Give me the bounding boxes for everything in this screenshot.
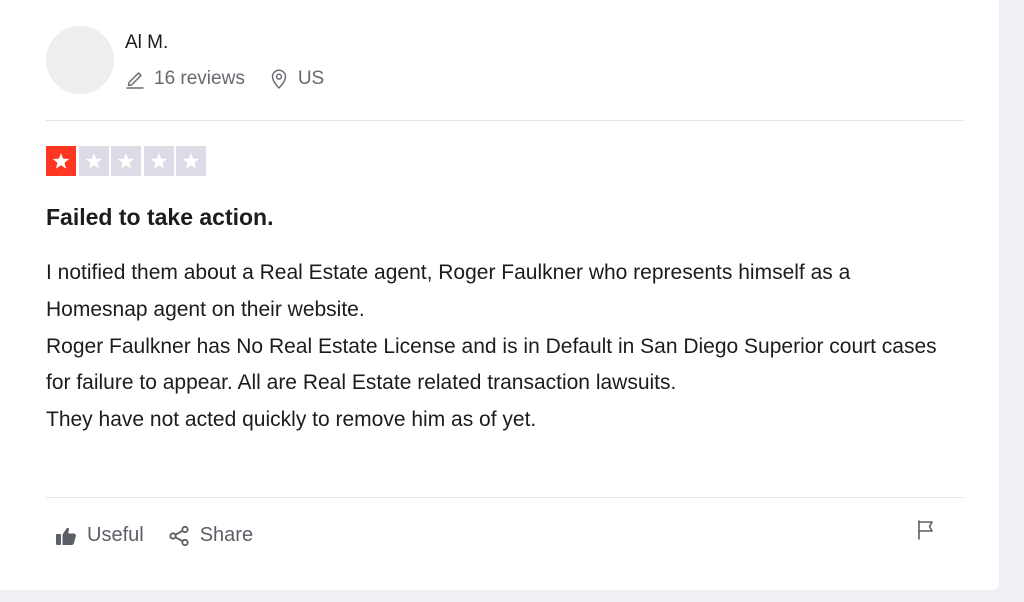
review-body: I notified them about a Real Estate agen…: [46, 255, 951, 439]
review-actions: Useful Share: [55, 524, 253, 547]
star-icon: [78, 146, 109, 176]
useful-button[interactable]: Useful: [55, 524, 144, 547]
share-icon: [168, 525, 190, 547]
location-label: US: [297, 68, 325, 89]
reviewer-location: US: [269, 68, 324, 90]
share-button[interactable]: Share: [168, 524, 253, 547]
star-icon: [176, 146, 206, 176]
review-title[interactable]: Failed to take action.: [46, 204, 274, 231]
header-divider: [46, 120, 963, 121]
review-paragraph: I notified them about a Real Estate agen…: [46, 261, 851, 321]
flag-icon: [916, 519, 936, 541]
thumbs-up-icon: [55, 526, 77, 546]
reviews-count-label: 16 reviews: [154, 68, 245, 89]
star-icon: [143, 146, 174, 176]
report-button[interactable]: [916, 519, 936, 541]
share-label: Share: [199, 524, 254, 546]
review-paragraph: Roger Faulkner has No Real Estate Licens…: [46, 334, 937, 395]
review-card: Al M. 16 reviews US Failed to take actio…: [0, 0, 999, 590]
star-rating: [46, 146, 209, 176]
useful-label: Useful: [87, 524, 144, 546]
star-icon: [46, 146, 76, 176]
star-icon: [111, 146, 141, 176]
avatar[interactable]: [46, 26, 114, 94]
footer-divider: [46, 497, 963, 498]
reviewer-meta: 16 reviews US: [125, 68, 324, 90]
pencil-icon: [125, 69, 145, 89]
location-pin-icon: [269, 68, 289, 90]
review-paragraph: They have not acted quickly to remove hi…: [46, 408, 537, 432]
reviewer-name[interactable]: Al M.: [125, 32, 168, 54]
reviews-count: 16 reviews: [125, 68, 245, 90]
